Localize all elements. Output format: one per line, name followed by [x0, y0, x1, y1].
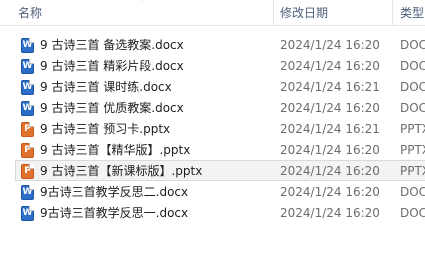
- file-row[interactable]: W 9古诗三首教学反思二.docx 2024/1/24 16:20 DOC: [15, 181, 425, 202]
- file-row[interactable]: W 9 古诗三首 课时练.docx 2024/1/24 16:21 DOC: [15, 76, 425, 97]
- file-name: 9 古诗三首 优质教案.docx: [40, 101, 184, 115]
- column-divider[interactable]: [273, 0, 274, 26]
- file-name: 9 古诗三首【新课标版】.pptx: [40, 164, 203, 178]
- file-modified-date: 2024/1/24 16:20: [280, 164, 380, 178]
- file-name: 9 古诗三首 精彩片段.docx: [40, 59, 184, 73]
- file-type: PPTX: [400, 143, 425, 157]
- file-modified-date: 2024/1/24 16:20: [280, 143, 380, 157]
- powerpoint-icon: P: [21, 143, 34, 158]
- column-header-bar: ⌃ 名称 修改日期 类型: [0, 0, 425, 26]
- file-name: 9 古诗三首 预习卡.pptx: [40, 122, 171, 136]
- file-modified-date: 2024/1/24 16:20: [280, 185, 380, 199]
- word-doc-icon: W: [21, 80, 34, 95]
- word-doc-icon: W: [21, 59, 34, 74]
- column-header-name[interactable]: 名称: [18, 0, 273, 26]
- file-name: 9 古诗三首 课时练.docx: [40, 80, 172, 94]
- file-type: PPTX: [400, 122, 425, 136]
- file-modified-date: 2024/1/24 16:20: [280, 101, 380, 115]
- file-name: 9 古诗三首 备选教案.docx: [40, 38, 184, 52]
- column-divider[interactable]: [392, 0, 393, 26]
- file-type: DOC: [400, 59, 425, 73]
- file-row-selected[interactable]: P 9 古诗三首【新课标版】.pptx 2024/1/24 16:20 PPTX: [15, 160, 425, 181]
- file-modified-date: 2024/1/24 16:21: [280, 80, 380, 94]
- file-row[interactable]: P 9 古诗三首【精华版】.pptx 2024/1/24 16:20 PPTX: [15, 139, 425, 160]
- file-modified-date: 2024/1/24 16:20: [280, 59, 380, 73]
- powerpoint-icon: P: [21, 164, 34, 179]
- word-doc-icon: W: [21, 206, 34, 221]
- file-type: DOC: [400, 101, 425, 115]
- file-modified-date: 2024/1/24 16:20: [280, 206, 380, 220]
- file-type: DOC: [400, 80, 425, 94]
- file-modified-date: 2024/1/24 16:20: [280, 38, 380, 52]
- file-explorer-list: ⌃ 名称 修改日期 类型 W 9 古诗三首 备选教案.docx 2024/1/2…: [0, 0, 425, 277]
- file-name: 9古诗三首教学反思二.docx: [40, 185, 189, 199]
- file-type: DOC: [400, 206, 425, 220]
- file-type: DOC: [400, 185, 425, 199]
- file-row[interactable]: P 9 古诗三首 预习卡.pptx 2024/1/24 16:21 PPTX: [15, 118, 425, 139]
- file-row[interactable]: W 9 古诗三首 备选教案.docx 2024/1/24 16:20 DOC: [15, 34, 425, 55]
- word-doc-icon: W: [21, 38, 34, 53]
- file-row[interactable]: W 9 古诗三首 精彩片段.docx 2024/1/24 16:20 DOC: [15, 55, 425, 76]
- word-doc-icon: W: [21, 101, 34, 116]
- file-type: PPTX: [400, 164, 425, 178]
- column-header-date[interactable]: 修改日期: [280, 0, 392, 26]
- powerpoint-icon: P: [21, 122, 34, 137]
- file-name: 9古诗三首教学反思一.docx: [40, 206, 189, 220]
- file-type: DOC: [400, 38, 425, 52]
- file-row[interactable]: W 9 古诗三首 优质教案.docx 2024/1/24 16:20 DOC: [15, 97, 425, 118]
- column-header-type[interactable]: 类型: [400, 0, 425, 26]
- file-modified-date: 2024/1/24 16:21: [280, 122, 380, 136]
- word-doc-icon: W: [21, 185, 34, 200]
- file-name: 9 古诗三首【精华版】.pptx: [40, 143, 191, 157]
- file-row[interactable]: W 9古诗三首教学反思一.docx 2024/1/24 16:20 DOC: [15, 202, 425, 223]
